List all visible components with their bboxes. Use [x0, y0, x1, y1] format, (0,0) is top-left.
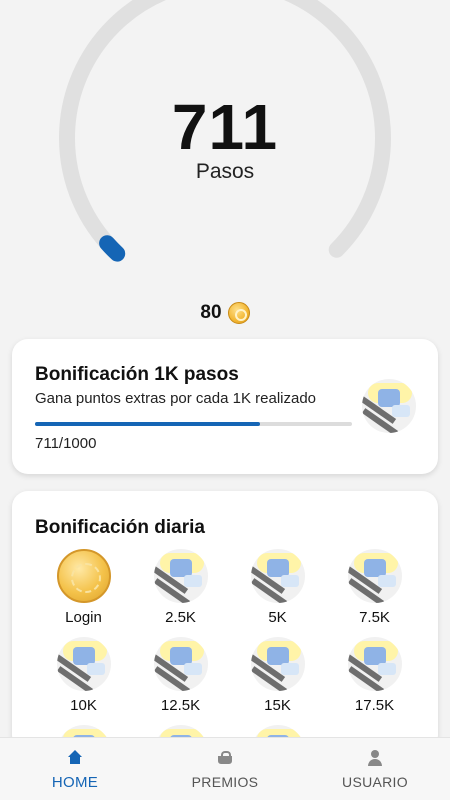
- daily-bonus-title: Bonificación diaria: [35, 517, 205, 538]
- street-badge-icon: [362, 379, 416, 433]
- daily-bonus-grid: Login 2.5K 5K 7.5K 10K 12.5K 15K 17.5K: [35, 549, 425, 751]
- points-balance: 80: [0, 302, 450, 324]
- street-badge-icon: [347, 637, 402, 691]
- daily-bonus-item[interactable]: 7.5K: [326, 549, 423, 627]
- steps-gauge: 711 Pasos: [0, 0, 450, 300]
- bonus-1k-progress-fill: [35, 422, 261, 426]
- steps-count: 711: [171, 91, 279, 163]
- steps-unit-label: Pasos: [195, 160, 255, 183]
- nav-usuario-label: USUARIO: [342, 774, 408, 790]
- bonus-1k-title: Bonificación 1K pasos: [35, 364, 239, 385]
- coin-icon: [227, 302, 250, 324]
- gold-coin-icon: [56, 549, 111, 603]
- nav-premios-label: PREMIOS: [191, 774, 259, 790]
- user-icon: [366, 750, 384, 766]
- bonus-1k-progress-bar: [35, 422, 352, 426]
- gauge-indicator: [99, 235, 126, 262]
- daily-bonus-item[interactable]: 2.5K: [132, 549, 229, 627]
- daily-bonus-label: 5K: [268, 609, 287, 626]
- nav-home[interactable]: HOME: [0, 738, 150, 800]
- daily-bonus-item[interactable]: 15K: [229, 637, 326, 715]
- daily-bonus-label: 17.5K: [354, 697, 395, 714]
- daily-bonus-label: 2.5K: [165, 609, 196, 626]
- bonus-1k-progress-text: 711/1000: [35, 435, 97, 452]
- street-badge-icon: [347, 549, 402, 603]
- nav-home-label: HOME: [51, 774, 99, 791]
- daily-bonus-item[interactable]: 5K: [229, 549, 326, 627]
- daily-bonus-item[interactable]: 12.5K: [132, 637, 229, 715]
- street-badge-icon: [153, 637, 208, 691]
- bonus-1k-subtitle: Gana puntos extras por cada 1K realizado: [35, 390, 317, 407]
- street-badge-icon: [153, 549, 208, 603]
- bonus-1k-card[interactable]: Bonificación 1K pasos Gana puntos extras…: [12, 339, 438, 474]
- daily-bonus-item[interactable]: 17.5K: [326, 637, 423, 715]
- street-badge-icon: [250, 637, 305, 691]
- nav-usuario[interactable]: USUARIO: [300, 738, 450, 800]
- daily-bonus-label: Login: [65, 609, 102, 626]
- daily-bonus-card: Bonificación diaria Login 2.5K 5K 7.5K 10K 12…: [12, 491, 438, 751]
- basket-icon: [216, 750, 234, 766]
- street-badge-icon: [250, 549, 305, 603]
- daily-bonus-label: 7.5K: [359, 609, 390, 626]
- daily-bonus-label: 15K: [264, 697, 291, 714]
- nav-premios[interactable]: PREMIOS: [150, 738, 300, 800]
- daily-bonus-item[interactable]: 10K: [35, 637, 132, 715]
- daily-bonus-label: 12.5K: [160, 697, 201, 714]
- daily-bonus-label: 10K: [70, 697, 97, 714]
- street-badge-icon: [56, 637, 111, 691]
- bottom-navigation: HOME PREMIOS USUARIO: [0, 737, 450, 800]
- home-icon: [66, 750, 84, 766]
- daily-bonus-item[interactable]: Login: [35, 549, 132, 627]
- points-value: 80: [200, 302, 222, 323]
